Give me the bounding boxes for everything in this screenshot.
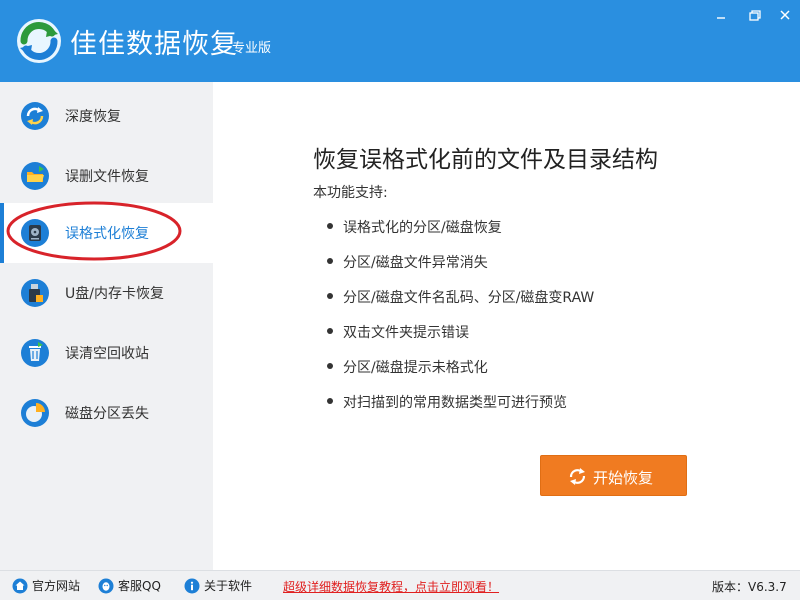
deep-recovery-icon — [21, 102, 49, 130]
minimize-icon[interactable] — [712, 8, 730, 24]
list-item: 分区/磁盘文件异常消失 — [327, 252, 594, 287]
disk-format-icon — [21, 219, 49, 247]
feature-intro: 本功能支持: — [313, 185, 388, 201]
sidebar-item-label: 误删文件恢复 — [65, 169, 149, 185]
pie-partition-icon — [21, 399, 49, 427]
start-recovery-label: 开始恢复 — [593, 469, 654, 487]
maximize-icon[interactable] — [745, 8, 763, 24]
sidebar-item-usb-card[interactable]: U盘/内存卡恢复 — [0, 263, 213, 323]
main-panel: 恢复误格式化前的文件及目录结构 本功能支持: 误格式化的分区/磁盘恢复 分区/磁… — [213, 82, 800, 570]
sidebar-item-label: 误格式化恢复 — [65, 226, 149, 242]
recycle-bin-icon — [21, 339, 49, 367]
sidebar-item-deleted-files[interactable]: 误删文件恢复 — [0, 146, 213, 206]
list-item: 误格式化的分区/磁盘恢复 — [327, 217, 594, 252]
sidebar-item-label: 磁盘分区丢失 — [65, 406, 149, 422]
sidebar-item-label: 深度恢复 — [65, 109, 121, 125]
usb-card-icon — [21, 279, 49, 307]
list-item: 双击文件夹提示错误 — [327, 322, 594, 357]
close-icon[interactable] — [776, 8, 794, 24]
folder-icon — [21, 162, 49, 190]
app-title: 佳佳数据恢复 — [70, 29, 238, 60]
edition-label: 专业版 — [232, 41, 272, 56]
sidebar-item-recycle-bin[interactable]: 误清空回收站 — [0, 323, 213, 383]
sidebar-item-deep-recovery[interactable]: 深度恢复 — [0, 86, 213, 146]
sidebar-item-label: 误清空回收站 — [65, 346, 149, 362]
qq-icon — [98, 578, 114, 593]
version-label: 版本：V6.3.7 — [712, 580, 787, 594]
start-recovery-button[interactable]: 开始恢复 — [540, 455, 687, 496]
sidebar-item-partition-lost[interactable]: 磁盘分区丢失 — [0, 383, 213, 443]
about-software-link[interactable]: 关于软件 — [184, 571, 252, 600]
page-title: 恢复误格式化前的文件及目录结构 — [313, 147, 658, 173]
sidebar: 深度恢复 误删文件恢复 误格式化恢复 U盘/内存卡恢复 误清空回收站 磁盘分区丢… — [0, 82, 213, 570]
info-icon — [184, 578, 200, 593]
status-bar: 官方网站 客服QQ 关于软件 超级详细数据恢复教程，点击立即观看！ 版本：V6.… — [0, 570, 800, 600]
list-item: 分区/磁盘提示未格式化 — [327, 357, 594, 392]
home-icon — [12, 578, 28, 593]
list-item: 分区/磁盘文件名乱码、分区/磁盘变RAW — [327, 287, 594, 322]
refresh-icon — [569, 468, 586, 485]
sidebar-item-label: U盘/内存卡恢复 — [65, 286, 164, 302]
sidebar-item-format-recovery[interactable]: 误格式化恢复 — [0, 203, 213, 263]
feature-list: 误格式化的分区/磁盘恢复 分区/磁盘文件异常消失 分区/磁盘文件名乱码、分区/磁… — [327, 217, 594, 427]
list-item: 对扫描到的常用数据类型可进行预览 — [327, 392, 594, 427]
app-logo-icon — [17, 19, 61, 63]
title-bar: 佳佳数据恢复 专业版 — [0, 0, 800, 82]
support-qq-link[interactable]: 客服QQ — [98, 571, 161, 600]
tutorial-promo-link[interactable]: 超级详细数据恢复教程，点击立即观看！ — [283, 578, 499, 595]
official-website-link[interactable]: 官方网站 — [12, 571, 80, 600]
